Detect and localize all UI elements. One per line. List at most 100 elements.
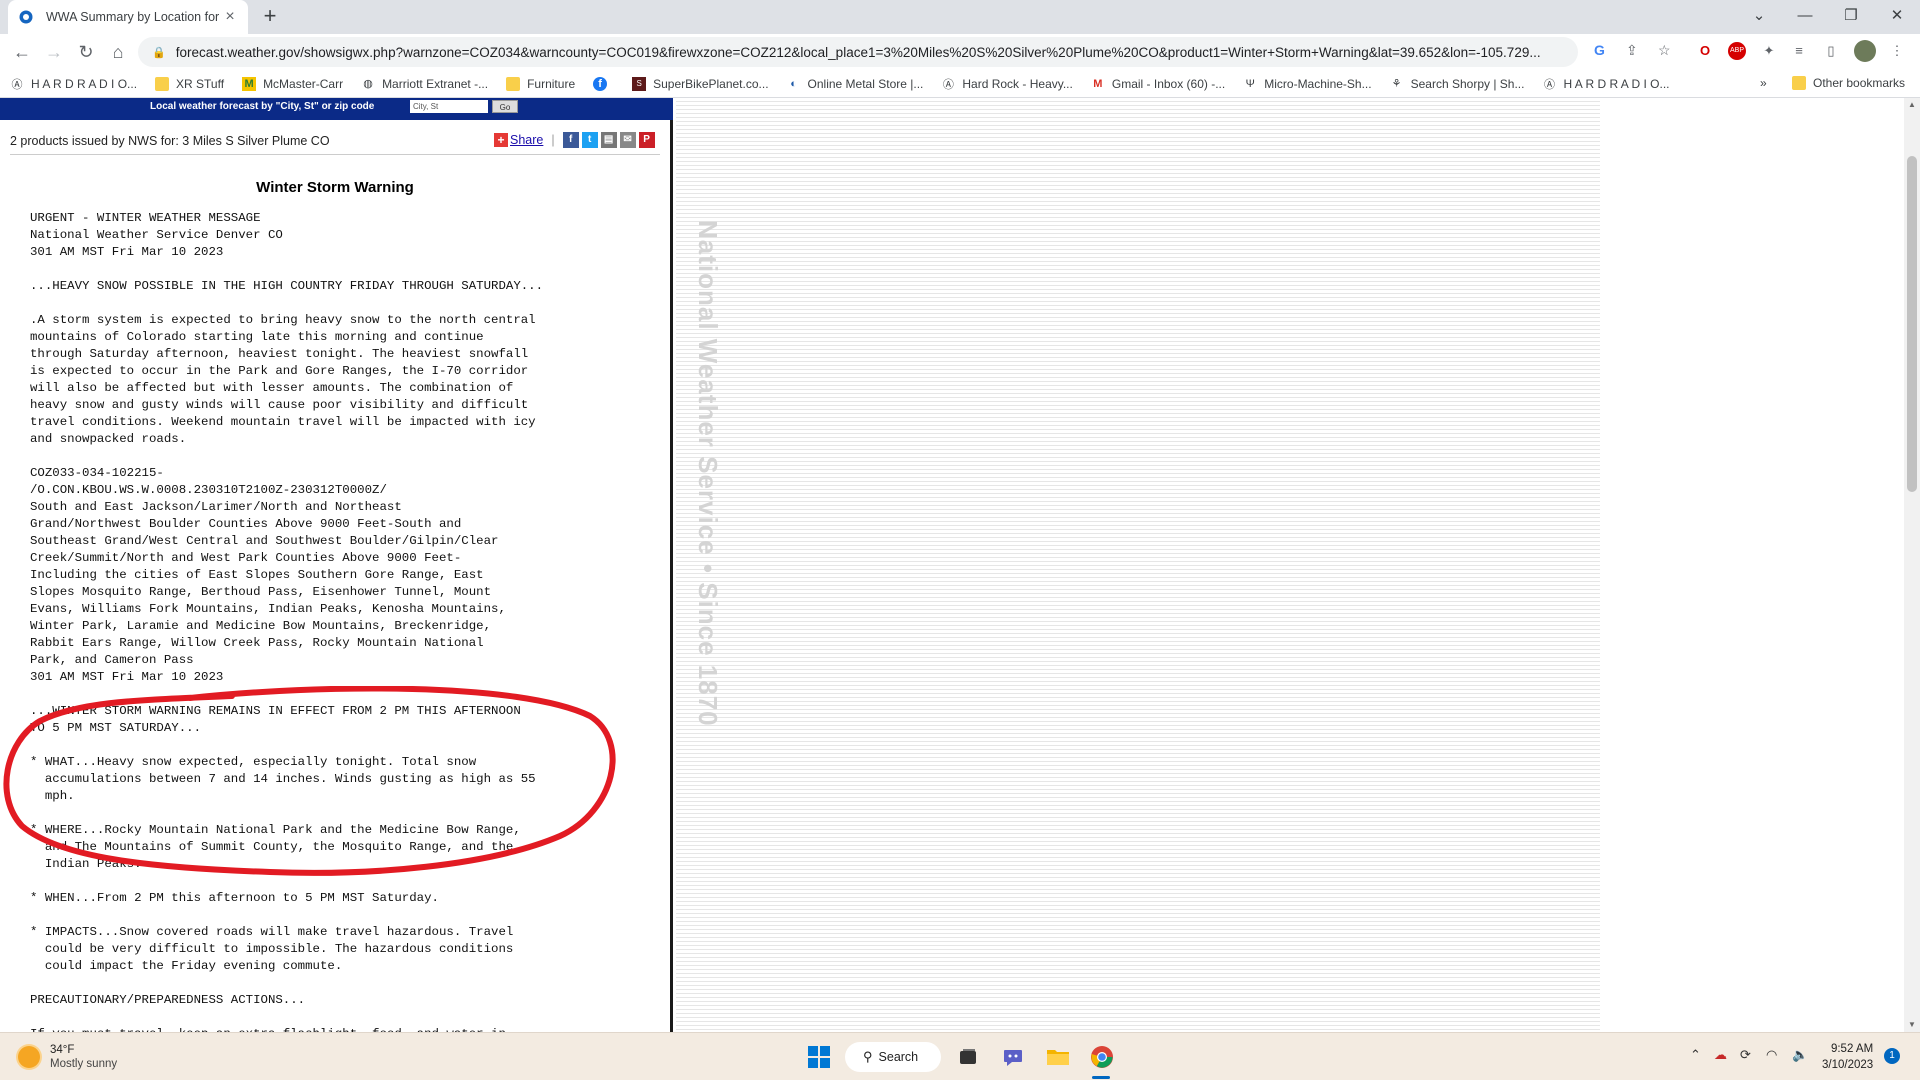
sunny-weather-icon: [18, 1046, 40, 1068]
bookmark-item[interactable]: Ⓐ H A R D R A D I O...: [1542, 77, 1670, 91]
tab-search-chevron-icon[interactable]: ⌄: [1736, 0, 1782, 30]
header-divider: [10, 154, 660, 155]
bookmark-item[interactable]: f: [593, 76, 614, 91]
task-view-button[interactable]: [952, 1041, 984, 1073]
weather-temp: 34°F: [50, 1044, 75, 1056]
forward-button[interactable]: →: [42, 40, 66, 64]
browser-tab[interactable]: WWA Summary by Location for 3 ×: [8, 0, 248, 34]
weather-text: 34°F Mostly sunny: [50, 1043, 117, 1071]
back-button[interactable]: ←: [10, 40, 34, 64]
folder-icon: [1047, 1050, 1069, 1065]
start-button[interactable]: [803, 1041, 835, 1073]
close-window-button[interactable]: ✕: [1874, 0, 1920, 30]
email-share-icon[interactable]: ✉: [619, 132, 636, 148]
bookmarks-overflow-button[interactable]: »: [1760, 76, 1767, 90]
share-separator: |: [551, 133, 555, 147]
facebook-icon: f: [593, 76, 608, 91]
share-toolbar: + Share | f t ▤ ✉ P: [494, 132, 658, 148]
opera-extension-icon[interactable]: O: [1696, 42, 1714, 60]
browser-toolbar: ← → ↻ ⌂ 🔒 forecast.weather.gov/showsigwx…: [0, 34, 1920, 70]
location-search-input[interactable]: City, St: [410, 100, 488, 113]
superbike-icon: S: [632, 76, 647, 91]
bookmark-item[interactable]: ◍ Marriott Extranet -...: [361, 77, 488, 91]
teams-chat-button[interactable]: [997, 1041, 1029, 1073]
weather-widget[interactable]: 34°F Mostly sunny: [18, 1043, 117, 1071]
taskbar-search-button[interactable]: ⚲ Search: [845, 1042, 941, 1072]
hardradio-icon: Ⓐ: [1543, 78, 1555, 91]
side-panel-icon[interactable]: ▯: [1822, 42, 1840, 60]
page-scrollbar[interactable]: ▲ ▼: [1904, 98, 1920, 1032]
url-text[interactable]: forecast.weather.gov/showsigwx.php?warnz…: [176, 45, 1578, 60]
nws-content-panel: Local weather forecast by "City, St" or …: [0, 98, 673, 1032]
extensions-puzzle-icon[interactable]: ✦: [1760, 42, 1778, 60]
bookmark-item[interactable]: Furniture: [506, 76, 575, 91]
bookmark-star-icon[interactable]: ☆: [1658, 42, 1671, 59]
pinterest-share-icon[interactable]: P: [638, 132, 655, 148]
tab-close-icon[interactable]: ×: [222, 8, 238, 26]
bookmark-item[interactable]: ⚘ Search Shorpy | Sh...: [1390, 77, 1525, 91]
teams-chat-icon: [1004, 1050, 1022, 1066]
twitter-share-icon[interactable]: t: [581, 132, 598, 148]
restore-button[interactable]: ❐: [1828, 0, 1874, 30]
tab-title: WWA Summary by Location for 3: [46, 10, 222, 24]
scroll-down-arrow-icon[interactable]: ▼: [1904, 1020, 1920, 1029]
notification-badge[interactable]: 1: [1884, 1048, 1900, 1064]
facebook-share-icon[interactable]: f: [562, 132, 579, 148]
bookmark-item[interactable]: M McMaster-Carr: [242, 76, 343, 91]
google-lens-icon[interactable]: G: [1594, 42, 1605, 58]
show-hidden-icons-chevron-icon[interactable]: ⌃: [1690, 1047, 1701, 1063]
nws-favicon-icon: [18, 9, 34, 25]
reading-list-icon[interactable]: ≡: [1790, 42, 1808, 60]
address-bar[interactable]: 🔒 forecast.weather.gov/showsigwx.php?war…: [138, 37, 1578, 67]
onedrive-sync-icon[interactable]: ⟳: [1740, 1047, 1751, 1063]
folder-icon: [155, 76, 170, 91]
taskbar-search-label: Search: [878, 1050, 919, 1064]
profile-avatar[interactable]: [1854, 40, 1876, 62]
bookmark-item[interactable]: XR STuff: [155, 76, 224, 91]
gmail-icon: M: [1093, 77, 1103, 90]
home-button[interactable]: ⌂: [106, 40, 130, 64]
task-view-icon: [960, 1049, 976, 1064]
chrome-menu-icon[interactable]: ⋮: [1888, 42, 1906, 60]
bookmark-item[interactable]: Ⓐ H A R D R A D I O...: [10, 77, 138, 91]
clock-date: 3/10/2023: [1822, 1059, 1874, 1071]
share-link[interactable]: Share: [510, 133, 543, 147]
adblock-extension-icon[interactable]: ABP: [1728, 42, 1746, 60]
folder-icon: [1792, 76, 1806, 90]
bookmark-item[interactable]: M Gmail - Inbox (60) -...: [1091, 77, 1225, 91]
system-clock[interactable]: 9:52 AM 3/10/2023: [1822, 1041, 1873, 1073]
file-explorer-button[interactable]: [1042, 1041, 1074, 1073]
scroll-up-arrow-icon[interactable]: ▲: [1904, 100, 1920, 109]
bookmark-item[interactable]: S SuperBikePlanet.co...: [632, 76, 769, 91]
antivirus-tray-icon[interactable]: ☁: [1714, 1047, 1727, 1063]
speaker-icon[interactable]: 🔈: [1792, 1047, 1808, 1063]
share-page-icon[interactable]: ⇪: [1626, 42, 1638, 59]
other-bookmarks-button[interactable]: Other bookmarks: [1792, 76, 1905, 90]
tab-strip: WWA Summary by Location for 3 × + ⌄ — ❐ …: [0, 0, 1920, 34]
micromachine-icon: Ψ: [1245, 77, 1255, 90]
bookmarks-bar: Ⓐ H A R D R A D I O... XR STuff M McMaster…: [0, 70, 1920, 98]
scrollbar-thumb[interactable]: [1907, 156, 1917, 492]
chrome-icon: [1091, 1046, 1113, 1068]
nws-watermark: National Weather Service • Since 1870: [693, 220, 723, 727]
hardradio-icon: Ⓐ: [11, 78, 23, 91]
bookmark-item[interactable]: ◐ Online Metal Store |...: [787, 77, 923, 91]
new-tab-button[interactable]: +: [258, 5, 282, 29]
bookmark-item[interactable]: Ψ Micro-Machine-Sh...: [1243, 77, 1372, 91]
mcmaster-icon: M: [242, 76, 257, 91]
reload-button[interactable]: ↻: [74, 40, 98, 64]
lock-icon[interactable]: 🔒: [152, 46, 166, 59]
bookmark-item[interactable]: Ⓐ Hard Rock - Heavy...: [941, 77, 1073, 91]
wifi-icon[interactable]: ◠: [1766, 1047, 1777, 1063]
print-icon[interactable]: ▤: [600, 132, 617, 148]
share-plus-icon[interactable]: +: [494, 133, 508, 147]
shorpy-icon: ⚘: [1391, 78, 1402, 90]
products-count-text: 2 products issued by NWS for: 3 Miles S …: [10, 134, 330, 148]
metal-store-icon: ◐: [790, 77, 797, 90]
minimize-button[interactable]: —: [1782, 0, 1828, 30]
product-title: Winter Storm Warning: [256, 179, 414, 196]
chrome-taskbar-button[interactable]: [1086, 1041, 1118, 1073]
page-content: Local weather forecast by "City, St" or …: [0, 98, 1920, 1032]
go-button[interactable]: Go: [492, 100, 518, 113]
windows-logo-icon: [808, 1046, 830, 1068]
